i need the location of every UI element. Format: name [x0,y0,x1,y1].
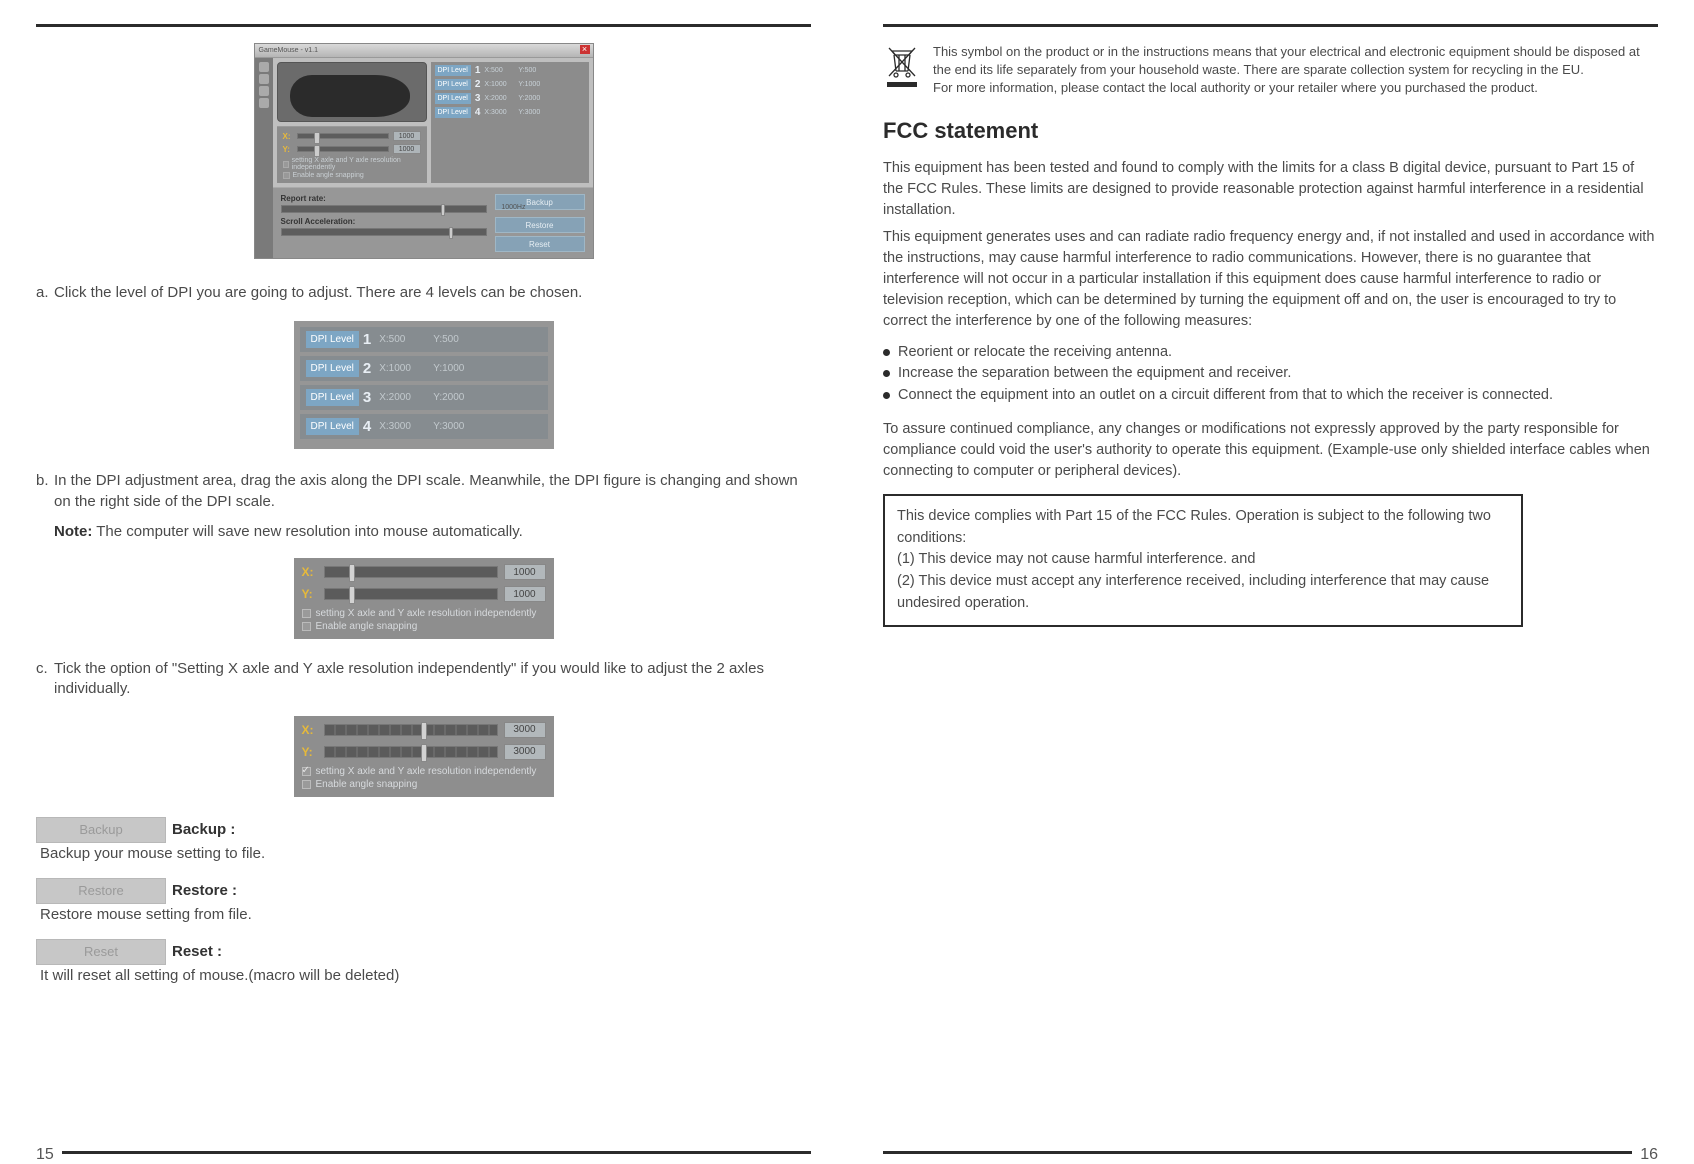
slider-x-value: 1000 [393,131,421,141]
step-a: a.Click the level of DPI you are going t… [36,283,811,303]
compliance-line-1: This device complies with Part 15 of the… [897,506,1509,550]
xy1-checkbox-independent[interactable]: setting X axle and Y axle resolution ind… [302,608,546,619]
weee-section: This symbol on the product or in the ins… [883,43,1658,98]
dpi-level-2[interactable]: DPI Level2X:1000Y:1000 [435,79,585,90]
checkbox-independent-xy[interactable]: setting X axle and Y axle resolution ind… [283,157,421,171]
dpi-level-row-2[interactable]: DPI Level2X:1000Y:1000 [300,356,548,381]
dpi-level-3[interactable]: DPI Level3X:2000Y:2000 [435,93,585,104]
window-sidebar [255,58,273,258]
page-number-left: 15 [36,1146,54,1164]
scroll-accel-label: Scroll Acceleration: [281,217,487,226]
backup-desc: Backup your mouse setting to file. [40,845,811,862]
weee-icon [883,43,921,98]
reset-desc: It will reset all setting of mouse.(macr… [40,967,811,984]
fcc-heading: FCC statement [883,118,1658,144]
fcc-compliance-box: This device complies with Part 15 of the… [883,494,1523,627]
page-right: This symbol on the product or in the ins… [847,0,1694,1164]
report-rate-slider[interactable]: 1000Hz [281,205,487,213]
xy2-checkbox-snap[interactable]: Enable angle snapping [302,779,546,790]
bottom-rule [62,1151,811,1154]
report-rate-label: Report rate: [281,194,487,203]
restore-button-small[interactable]: Restore [495,217,585,233]
bottom-rule [883,1151,1632,1154]
window-titlebar: GameMouse - v1.1 [255,44,593,58]
fcc-paragraph-2: This equipment generates uses and can ra… [883,227,1658,332]
reset-button-small[interactable]: Reset [495,236,585,252]
fcc-bullet-1: Reorient or relocate the receiving anten… [883,342,1658,364]
page-left: GameMouse - v1.1 X: [0,0,847,1164]
weee-paragraph-1: This symbol on the product or in the ins… [933,43,1658,79]
top-rule [36,24,811,27]
mouse-image [277,62,427,122]
slider-x-track[interactable] [297,133,389,139]
dpi-level-row-4[interactable]: DPI Level4X:3000Y:3000 [300,414,548,439]
slider-y-value: 1000 [393,144,421,154]
backup-button[interactable]: Backup [36,817,166,843]
weee-paragraph-2: For more information, please contact the… [933,79,1658,97]
xy1-checkbox-snap[interactable]: Enable angle snapping [302,621,546,632]
note-line: Note: The computer will save new resolut… [54,522,811,542]
fcc-paragraph-1: This equipment has been tested and found… [883,158,1658,221]
xy2-y-row[interactable]: Y:3000 [302,744,546,760]
dpi-level-1[interactable]: DPI Level1X:500Y:500 [435,65,585,76]
top-rule [883,24,1658,27]
figure-xy-sliders-1: X:1000 Y:1000 setting X axle and Y axle … [294,558,554,639]
slider-y-row[interactable]: Y: 1000 [283,144,421,154]
backup-title: Backup : [172,821,235,838]
fcc-bullet-3: Connect the equipment into an outlet on … [883,385,1658,407]
slider-x-row[interactable]: X: 1000 [283,131,421,141]
xy2-checkbox-independent[interactable]: setting X axle and Y axle resolution ind… [302,766,546,777]
page-number-right: 16 [1640,1146,1658,1164]
fcc-paragraph-3: To assure continued compliance, any chan… [883,419,1658,482]
xy2-x-row[interactable]: X:3000 [302,722,546,738]
dpi-level-4[interactable]: DPI Level4X:3000Y:3000 [435,107,585,118]
backup-row: Backup Backup : [36,817,811,843]
restore-button[interactable]: Restore [36,878,166,904]
step-b: b.In the DPI adjustment area, drag the a… [36,471,811,512]
reset-row: Reset Reset : [36,939,811,965]
dpi-level-column: DPI Level1X:500Y:500 DPI Level2X:1000Y:1… [431,62,589,183]
fcc-bullet-list: Reorient or relocate the receiving anten… [883,342,1658,407]
reset-title: Reset : [172,943,222,960]
dpi-level-row-3[interactable]: DPI Level3X:2000Y:2000 [300,385,548,410]
xy1-y-row[interactable]: Y:1000 [302,586,546,602]
reset-button[interactable]: Reset [36,939,166,965]
restore-row: Restore Restore : [36,878,811,904]
step-c: c.Tick the option of "Setting X axle and… [36,659,811,700]
restore-title: Restore : [172,882,237,899]
slider-y-track[interactable] [297,146,389,152]
dpi-level-row-1[interactable]: DPI Level1X:500Y:500 [300,327,548,352]
compliance-line-2: (1) This device may not cause harmful in… [897,549,1509,571]
fcc-bullet-2: Increase the separation between the equi… [883,363,1658,385]
figure-xy-sliders-2: X:3000 Y:3000 setting X axle and Y axle … [294,716,554,797]
scroll-accel-slider[interactable] [281,228,487,236]
xy1-x-row[interactable]: X:1000 [302,564,546,580]
checkbox-angle-snap[interactable]: Enable angle snapping [283,172,421,179]
figure-dpi-levels: DPI Level1X:500Y:500 DPI Level2X:1000Y:1… [294,321,554,449]
compliance-line-3: (2) This device must accept any interfer… [897,571,1509,615]
figure-main-window: GameMouse - v1.1 X: [254,43,594,259]
restore-desc: Restore mouse setting from file. [40,906,811,923]
